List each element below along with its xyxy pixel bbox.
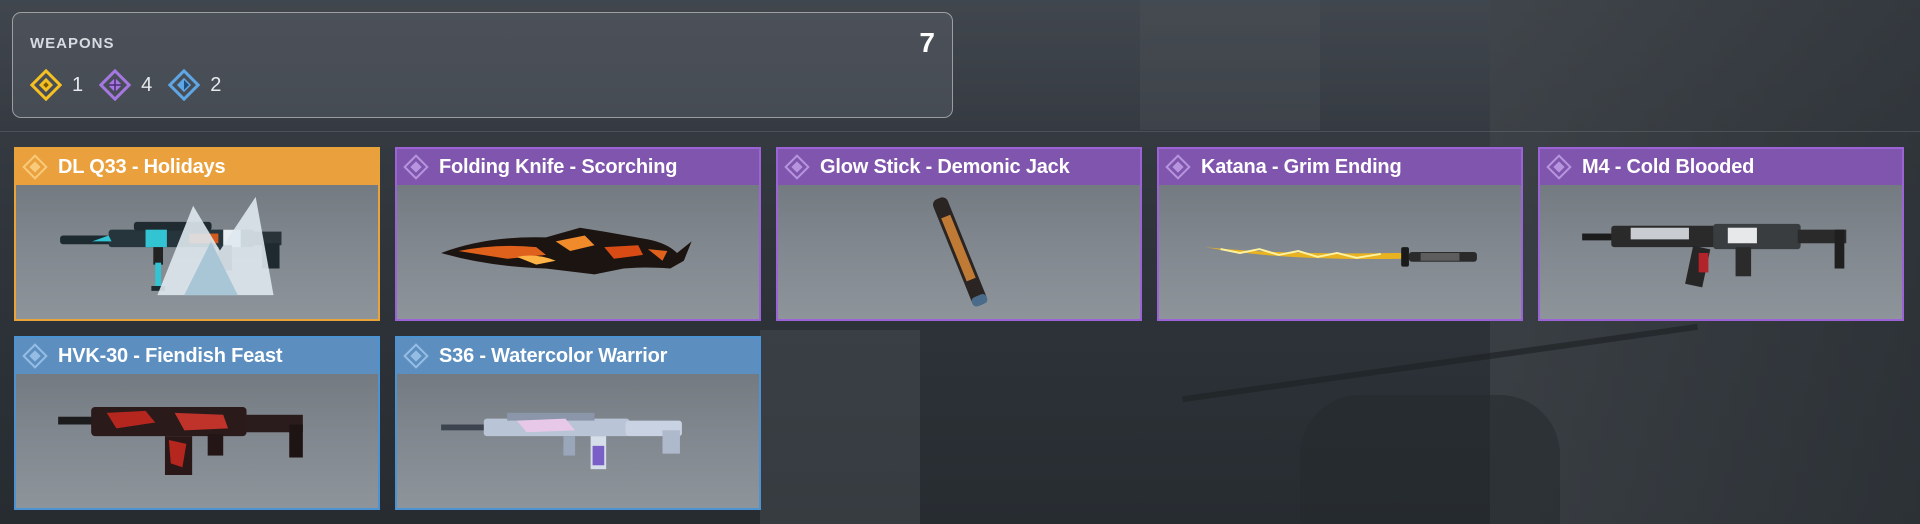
weapon-card-hvk-30[interactable]: HVK-30 - Fiendish Feast bbox=[14, 336, 380, 510]
rare-diamond-icon bbox=[168, 69, 201, 101]
katana-image bbox=[1159, 185, 1521, 319]
glow-stick-image bbox=[778, 185, 1140, 319]
weapon-card-m4[interactable]: M4 - Cold Blooded bbox=[1538, 147, 1904, 321]
assault-rifle-image bbox=[1540, 185, 1902, 319]
weapon-name: Folding Knife - Scorching bbox=[439, 155, 678, 178]
epic-diamond-icon bbox=[1544, 152, 1574, 182]
weapon-name: Glow Stick - Demonic Jack bbox=[820, 155, 1070, 178]
rarity-legendary: 1 bbox=[30, 69, 83, 101]
epic-diamond-icon bbox=[782, 152, 812, 182]
rarity-epic: 4 bbox=[99, 69, 152, 101]
weapon-card-title: Katana - Grim Ending bbox=[1159, 149, 1521, 185]
legendary-diamond-icon bbox=[20, 152, 50, 182]
legendary-diamond-icon bbox=[30, 69, 62, 101]
charm-icon bbox=[157, 196, 274, 296]
weapon-name: DL Q33 - Holidays bbox=[58, 155, 226, 178]
weapon-card-s36[interactable]: S36 - Watercolor Warrior bbox=[395, 336, 761, 510]
rare-count: 2 bbox=[210, 73, 222, 96]
weapon-card-katana[interactable]: Katana - Grim Ending bbox=[1157, 147, 1523, 321]
rifle-image bbox=[16, 374, 378, 508]
rare-diamond-icon bbox=[20, 341, 50, 371]
rarity-rare: 2 bbox=[168, 69, 221, 101]
weapon-card-title: HVK-30 - Fiendish Feast bbox=[16, 338, 378, 374]
rare-diamond-icon bbox=[401, 341, 431, 371]
weapons-summary-panel: WEAPONS 7 1 4 2 bbox=[12, 12, 953, 118]
rifle-image bbox=[397, 374, 759, 508]
weapon-name: HVK-30 - Fiendish Feast bbox=[58, 344, 283, 367]
sniper-rifle-image bbox=[16, 185, 378, 319]
weapon-card-dl-q33[interactable]: DL Q33 - Holidays bbox=[14, 147, 380, 321]
epic-diamond-icon bbox=[401, 152, 431, 182]
knife-image bbox=[397, 185, 759, 319]
weapon-name: Katana - Grim Ending bbox=[1201, 155, 1402, 178]
weapon-card-title: S36 - Watercolor Warrior bbox=[397, 338, 759, 374]
weapon-card-title: Folding Knife - Scorching bbox=[397, 149, 759, 185]
section-divider bbox=[0, 131, 1920, 132]
epic-count: 4 bbox=[141, 73, 153, 96]
epic-diamond-icon bbox=[1163, 152, 1193, 182]
weapon-card-glow-stick[interactable]: Glow Stick - Demonic Jack bbox=[776, 147, 1142, 321]
weapon-card-folding-knife[interactable]: Folding Knife - Scorching bbox=[395, 147, 761, 321]
weapon-name: M4 - Cold Blooded bbox=[1582, 155, 1755, 178]
legendary-count: 1 bbox=[72, 73, 84, 96]
section-title: WEAPONS bbox=[30, 35, 115, 52]
weapon-name: S36 - Watercolor Warrior bbox=[439, 344, 668, 367]
weapon-card-title: M4 - Cold Blooded bbox=[1540, 149, 1902, 185]
rarity-counts: 1 4 2 bbox=[30, 69, 237, 101]
total-count: 7 bbox=[919, 27, 935, 58]
weapon-card-title: Glow Stick - Demonic Jack bbox=[778, 149, 1140, 185]
epic-diamond-icon bbox=[99, 69, 132, 101]
